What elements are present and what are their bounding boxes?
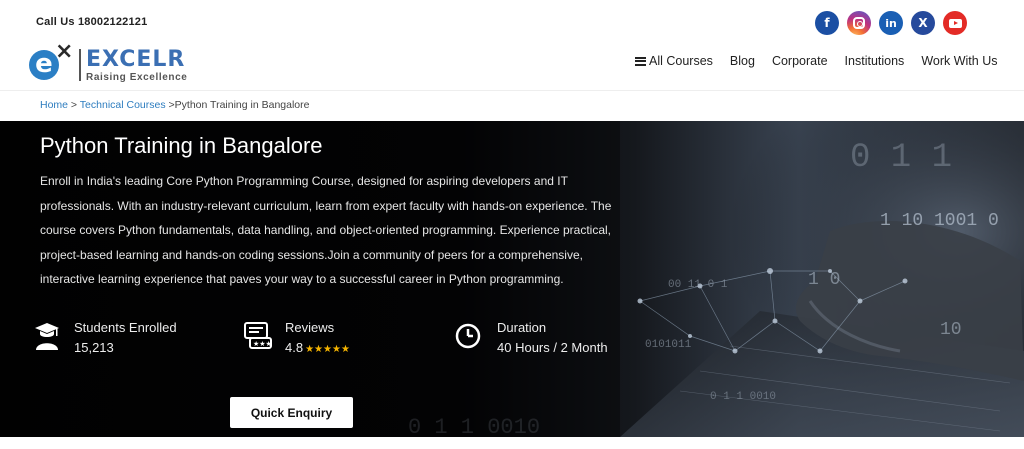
nav-all-courses[interactable]: All Courses — [635, 54, 713, 68]
course-hero: 0 1 1 1 10 1001 0 1 0 00 11 0 1 0 1 1 00… — [0, 121, 1024, 437]
breadcrumb-home[interactable]: Home — [40, 99, 68, 111]
nav-corporate[interactable]: Corporate — [772, 54, 828, 68]
svg-text:00 11 0 1: 00 11 0 1 — [668, 279, 728, 291]
nav-institutions[interactable]: Institutions — [845, 54, 905, 68]
svg-text:★★★: ★★★ — [253, 340, 272, 348]
call-us-text[interactable]: Call Us 18002122121 — [36, 16, 147, 28]
svg-text:1 0: 1 0 — [808, 270, 840, 290]
stat-duration-label: Duration — [497, 320, 547, 335]
star-rating-icon: ★★★★★ — [305, 344, 350, 355]
svg-text:0 1 1: 0 1 1 — [850, 139, 952, 177]
stat-students-value: 15,213 — [74, 340, 114, 355]
breadcrumb-technical-courses[interactable]: Technical Courses — [80, 99, 166, 111]
social-links: f in X — [815, 11, 967, 35]
breadcrumb: Home > Technical Courses >Python Trainin… — [0, 90, 1024, 121]
site-header: Call Us 18002122121 f in X e × EXCELR Ra… — [0, 0, 1024, 90]
clock-icon — [455, 323, 481, 349]
stat-reviews-label: Reviews — [285, 320, 335, 335]
logo-mark-icon: e × — [29, 39, 79, 85]
menu-icon — [635, 56, 646, 66]
facebook-icon[interactable]: f — [815, 11, 839, 35]
review-icon: ★★★ — [244, 322, 272, 349]
stat-reviews-value: 4.8 ★★★★★ — [285, 340, 350, 355]
logo-tagline: Raising Excellence — [86, 72, 188, 83]
logo-brand: EXCELR — [86, 47, 186, 72]
excelr-logo[interactable]: e × EXCELR Raising Excellence — [29, 39, 199, 85]
graduate-icon — [35, 323, 59, 350]
nav-work-with-us[interactable]: Work With Us — [921, 54, 997, 68]
quick-enquiry-button[interactable]: Quick Enquiry — [230, 397, 353, 428]
course-stats: Students Enrolled 15,213 ★★★ Reviews 4.8… — [0, 317, 700, 367]
page-body — [0, 437, 1024, 449]
instagram-icon[interactable] — [847, 11, 871, 35]
nav-blog[interactable]: Blog — [730, 54, 755, 68]
linkedin-icon[interactable]: in — [879, 11, 903, 35]
stat-students-label: Students Enrolled — [74, 320, 177, 335]
main-nav: All Courses Blog Corporate Institutions … — [635, 54, 997, 68]
svg-text:10: 10 — [940, 320, 962, 340]
breadcrumb-current: >Python Training in Bangalore — [165, 99, 310, 111]
svg-text:0 1 1 0010: 0 1 1 0010 — [710, 391, 776, 403]
breadcrumb-separator: > — [68, 99, 80, 111]
course-description: Enroll in India's leading Core Python Pr… — [40, 174, 612, 286]
x-twitter-icon[interactable]: X — [911, 11, 935, 35]
svg-text:1 10 1001 0: 1 10 1001 0 — [880, 211, 999, 231]
youtube-icon[interactable] — [943, 11, 967, 35]
stat-duration-value: 40 Hours / 2 Month — [497, 340, 608, 355]
nav-all-courses-label: All Courses — [649, 54, 713, 68]
review-score: 4.8 — [285, 340, 304, 355]
page-title: Python Training in Bangalore — [40, 133, 323, 158]
